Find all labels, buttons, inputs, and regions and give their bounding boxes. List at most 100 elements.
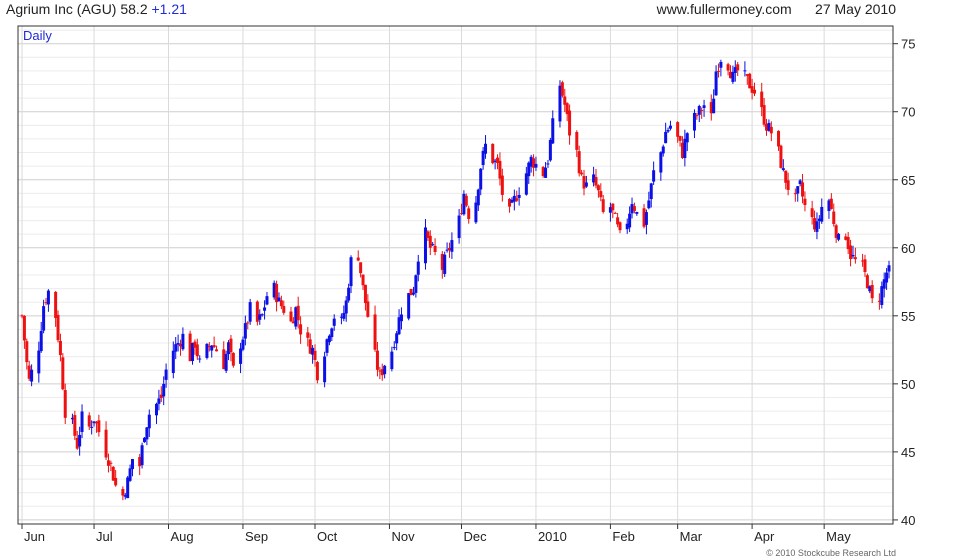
candle-body xyxy=(56,314,60,341)
candle-body xyxy=(716,70,720,72)
candle-body xyxy=(243,323,247,339)
candle-body xyxy=(726,64,730,71)
candle-body xyxy=(61,357,65,390)
y-tick-label: 75 xyxy=(901,37,915,52)
candle-body xyxy=(90,426,94,428)
candle-body xyxy=(618,222,622,231)
candle-body xyxy=(313,350,317,360)
candle-body xyxy=(154,403,158,416)
candle-body xyxy=(104,429,108,458)
candle-body xyxy=(299,324,303,335)
candle-body xyxy=(212,345,216,348)
candle-body xyxy=(323,356,327,383)
x-tick-label: May xyxy=(826,529,851,544)
x-tick-label: Sep xyxy=(245,529,268,544)
candle-body xyxy=(349,257,353,287)
y-tick-label: 70 xyxy=(901,105,915,120)
candle-body xyxy=(743,70,747,72)
candle-body xyxy=(330,328,334,338)
candle-body xyxy=(411,292,415,295)
candle-body xyxy=(649,183,653,200)
candle-body xyxy=(575,131,579,150)
candle-body xyxy=(664,131,668,144)
candle-body xyxy=(685,133,689,143)
candle-body xyxy=(46,290,50,305)
candle-body xyxy=(837,233,841,240)
candle-body xyxy=(73,415,77,436)
candle-body xyxy=(849,245,853,260)
candle-body xyxy=(820,206,824,222)
candle-body xyxy=(181,333,185,350)
candle-body xyxy=(162,383,166,397)
candle-body xyxy=(87,415,91,427)
candle-body xyxy=(777,130,781,147)
candle-body xyxy=(666,129,670,132)
y-tick-label: 40 xyxy=(901,513,915,528)
candle-body xyxy=(395,333,399,344)
candle-body xyxy=(801,182,805,197)
candle-body xyxy=(315,362,319,381)
candle-body xyxy=(30,369,34,382)
candle-body xyxy=(130,459,134,470)
candle-body xyxy=(80,411,84,432)
candle-body xyxy=(560,82,564,96)
candle-body xyxy=(342,312,346,319)
candle-body xyxy=(198,358,202,360)
candle-body xyxy=(363,284,367,304)
candle-body xyxy=(246,322,250,324)
candle-body xyxy=(416,261,420,275)
candle-body xyxy=(731,71,735,82)
candle-body xyxy=(635,211,639,214)
candle-body xyxy=(392,347,396,349)
x-tick-label: Mar xyxy=(680,529,703,544)
candle-body xyxy=(215,349,219,352)
candle-body xyxy=(383,365,387,375)
candle-body xyxy=(476,189,480,206)
candle-body xyxy=(810,208,814,218)
candle-body xyxy=(515,198,519,201)
candle-body xyxy=(306,332,310,338)
candle-body xyxy=(596,185,600,191)
candle-body xyxy=(54,291,58,319)
candle-body xyxy=(584,182,588,187)
candle-body xyxy=(399,314,403,322)
candle-body xyxy=(97,420,101,433)
candle-body xyxy=(366,301,370,317)
candle-body xyxy=(628,213,632,228)
candle-body xyxy=(753,89,757,94)
candle-body xyxy=(611,203,615,211)
candle-body xyxy=(22,315,26,341)
candle-body xyxy=(695,115,699,117)
candle-body xyxy=(887,265,891,272)
candle-body xyxy=(700,109,704,111)
candle-body xyxy=(544,167,548,178)
candle-body xyxy=(647,200,651,209)
price-chart: 40 45 50 55 60 65 70 75 Jun Jul Aug Sep Oct Nov Dec 201… xyxy=(17,25,915,544)
candle-body xyxy=(568,110,572,136)
candle-body xyxy=(414,275,418,293)
candle-body xyxy=(457,215,461,239)
candle-body xyxy=(464,195,468,206)
x-tick-label: Oct xyxy=(317,529,338,544)
candle-body xyxy=(373,314,377,350)
candle-body xyxy=(815,221,819,232)
candle-body xyxy=(289,311,293,322)
x-tick-label: Aug xyxy=(171,529,194,544)
candle-body xyxy=(500,175,504,195)
candle-body xyxy=(594,177,598,186)
candle-body xyxy=(263,307,267,311)
candle-body xyxy=(347,287,351,301)
candle-body xyxy=(128,468,132,481)
candle-body xyxy=(796,186,800,194)
candle-body xyxy=(599,191,603,198)
candle-body xyxy=(853,257,857,260)
candle-body xyxy=(239,348,243,364)
y-tick-label: 50 xyxy=(901,377,915,392)
candle-body xyxy=(39,331,43,352)
candle-body xyxy=(63,390,67,418)
candle-body xyxy=(781,168,785,170)
candle-body xyxy=(171,350,175,374)
copyright-notice: © 2010 Stockcube Research Ltd xyxy=(766,548,896,558)
candle-body xyxy=(582,175,586,189)
candle-body xyxy=(296,305,300,321)
